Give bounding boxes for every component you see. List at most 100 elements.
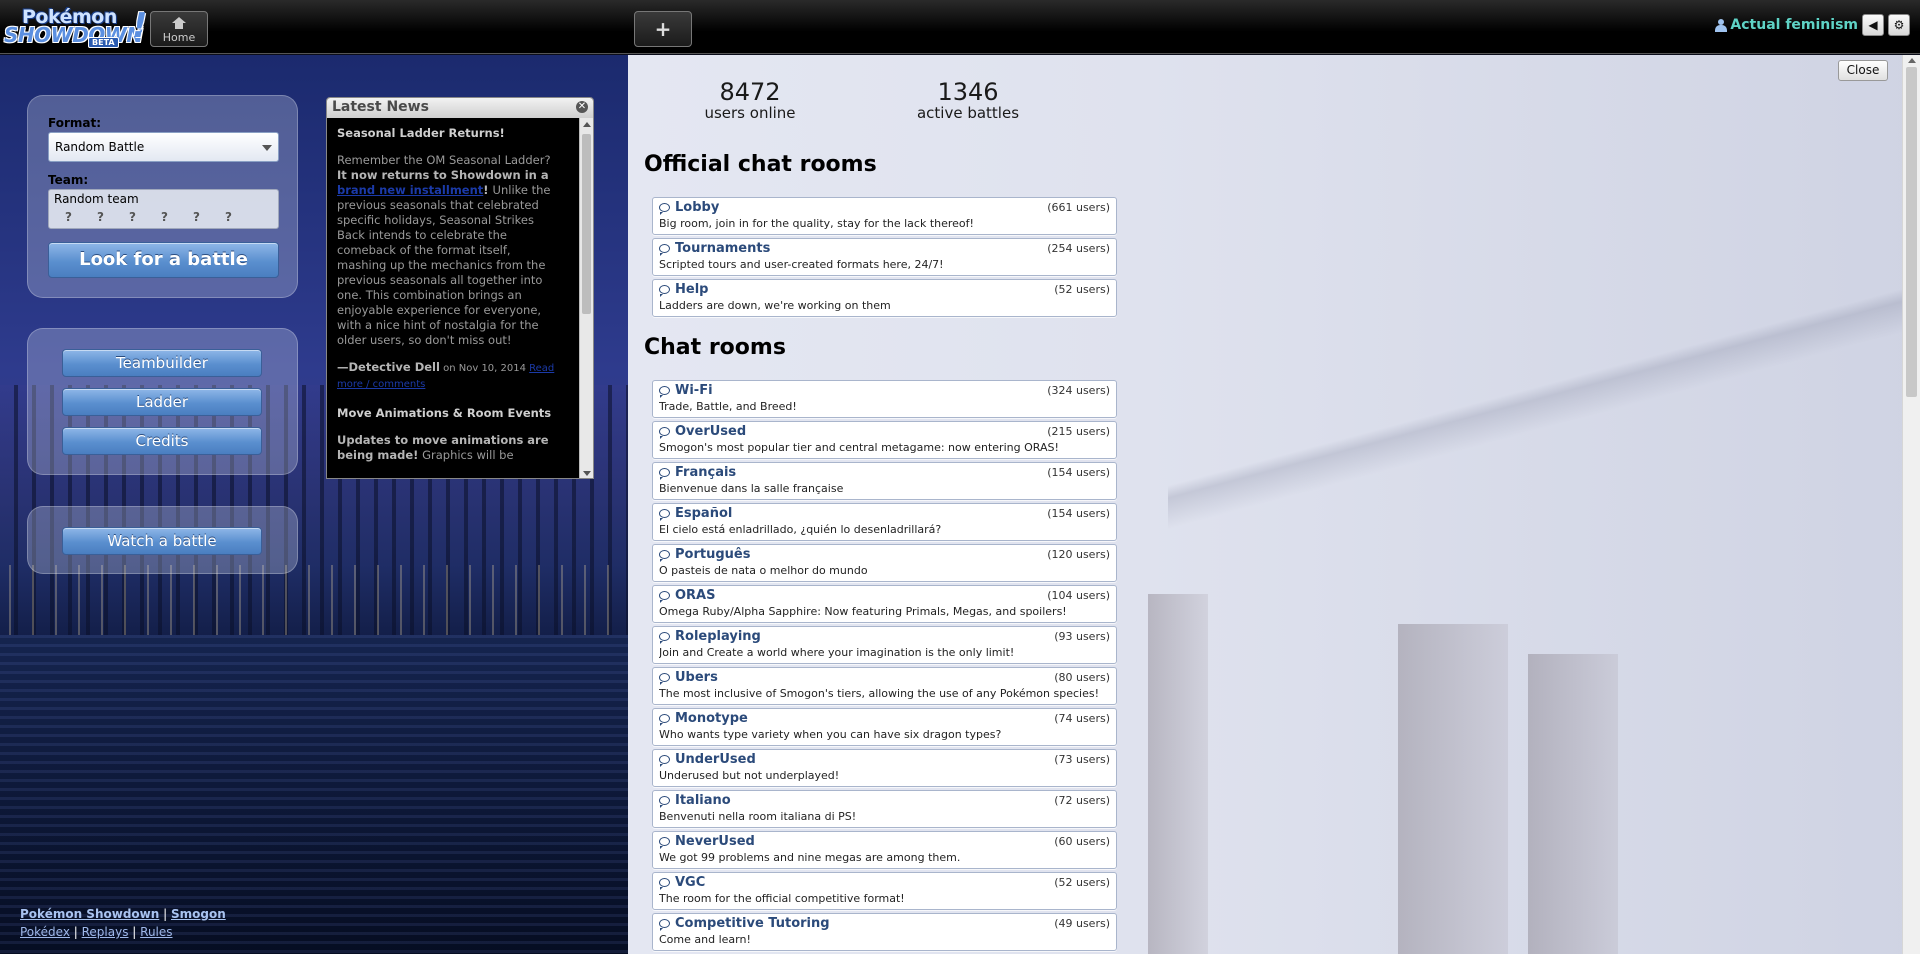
room-user-count: (154 users) (1047, 507, 1110, 520)
pier-pillar (1528, 654, 1618, 954)
room-item[interactable]: Português O pasteis de nata o melhor do m… (652, 544, 1117, 582)
replays-link[interactable]: Replays (82, 925, 129, 939)
logo-line2: SHOWDOWN (4, 23, 143, 47)
username-button[interactable]: Actual feminism (1715, 17, 1858, 33)
gear-icon: ⚙ (1893, 18, 1905, 32)
news-scrollbar[interactable] (579, 118, 593, 478)
chat-room-list: Wi-Fi Trade, Battle, and Breed! (324 users… (652, 380, 1117, 954)
room-item[interactable]: Français Bienvenue dans la salle français… (652, 462, 1117, 500)
unknown-pokemon-icon (190, 209, 208, 227)
room-item[interactable]: OverUsed Smogon's most popular tier and c… (652, 421, 1117, 459)
room-name-label: NeverUsed (675, 834, 755, 849)
footer-row-1: Pokémon Showdown | Smogon (20, 905, 226, 923)
pier-pillar (1148, 594, 1208, 954)
look-for-battle-button[interactable]: Look for a battle (48, 242, 279, 278)
scrollbar-thumb[interactable] (1906, 67, 1917, 397)
room-item[interactable]: Monotype Who wants type variety when you … (652, 708, 1117, 746)
news-text: Graphics will be (418, 448, 514, 462)
ladder-button[interactable]: Ladder (62, 388, 262, 416)
room-item[interactable]: ORAS Omega Ruby/Alpha Sapphire: Now featu… (652, 585, 1117, 623)
room-name: Ubers (659, 670, 1110, 685)
scroll-up-icon[interactable] (1908, 58, 1916, 63)
room-item[interactable]: Help Ladders are down, we're working on t… (652, 279, 1117, 317)
room-item[interactable]: Ubers The most inclusive of Smogon's tier… (652, 667, 1117, 705)
news-article-text: Updates to move animations are being mad… (337, 433, 563, 463)
chat-bubble-icon (659, 632, 670, 644)
room-name-label: Português (675, 547, 751, 562)
showdown-link[interactable]: Pokémon Showdown (20, 907, 159, 921)
scroll-down-icon[interactable] (583, 471, 591, 476)
news-byline: —Detective Dell on Nov 10, 2014 Read mor… (337, 360, 563, 392)
room-name: Tournaments (659, 241, 1110, 256)
room-name: Help (659, 282, 1110, 297)
sound-button[interactable]: ◀ (1862, 14, 1884, 36)
room-user-count: (215 users) (1047, 425, 1110, 438)
room-item[interactable]: VGC The room for the official competitive… (652, 872, 1117, 910)
format-select[interactable]: Random Battle (48, 132, 279, 162)
room-item[interactable]: Wi-Fi Trade, Battle, and Breed! (324 users… (652, 380, 1117, 418)
room-name-label: Español (675, 506, 733, 521)
active-battles-stat[interactable]: 1346 active battles (908, 78, 1028, 122)
room-item[interactable]: Italiano Benvenuti nella room italiana di… (652, 790, 1117, 828)
logo-mark: ! (132, 6, 148, 46)
room-name: Português (659, 547, 1110, 562)
close-icon[interactable]: ✕ (576, 101, 588, 113)
scroll-up-icon[interactable] (583, 122, 591, 127)
watch-battle-button[interactable]: Watch a battle (62, 527, 262, 555)
logo-beta-badge: BETA (88, 37, 119, 48)
room-name-label: Monotype (675, 711, 748, 726)
room-description: We got 99 problems and nine megas are am… (659, 851, 961, 864)
room-description: O pasteis de nata o melhor do mundo (659, 564, 868, 577)
settings-button[interactable]: ⚙ (1888, 14, 1910, 36)
room-name-label: Tournaments (675, 241, 771, 256)
room-item[interactable]: Roleplaying Join and Create a world where… (652, 626, 1117, 664)
room-description: Scripted tours and user-created formats … (659, 258, 944, 271)
new-tab-button[interactable]: + (634, 11, 692, 47)
chat-bubble-icon (659, 427, 670, 439)
room-item[interactable]: UnderUsed Underused but not underplayed! (… (652, 749, 1117, 787)
room-item[interactable]: NeverUsed We got 99 problems and nine meg… (652, 831, 1117, 869)
room-name: Wi-Fi (659, 383, 1110, 398)
room-name: ORAS (659, 588, 1110, 603)
room-name-label: Italiano (675, 793, 731, 808)
news-link[interactable]: brand new installment (337, 183, 483, 197)
room-user-count: (80 users) (1054, 671, 1110, 684)
battle-form: Format: Random Battle Team: Random team … (27, 95, 298, 298)
room-user-count: (104 users) (1047, 589, 1110, 602)
room-description: Come and learn! (659, 933, 751, 946)
credits-button[interactable]: Credits (62, 427, 262, 455)
news-text-bold: ! (483, 183, 493, 197)
main-scrollbar[interactable] (1902, 55, 1920, 954)
footer-links: Pokémon Showdown | Smogon Pokédex | Repl… (20, 905, 226, 941)
rules-link[interactable]: Rules (140, 925, 172, 939)
scrollbar-thumb[interactable] (582, 134, 591, 314)
room-item[interactable]: Competitive Tutoring Come and learn! (49 u… (652, 913, 1117, 951)
room-item[interactable]: Lobby Big room, join in for the quality, … (652, 197, 1117, 235)
menu-buttons: Teambuilder Ladder Credits (27, 328, 298, 475)
room-name: Roleplaying (659, 629, 1110, 644)
pokedex-link[interactable]: Pokédex (20, 925, 70, 939)
chat-bubble-icon (659, 244, 670, 256)
news-article-title: Seasonal Ladder Returns! (337, 126, 505, 140)
room-name-label: UnderUsed (675, 752, 756, 767)
room-user-count: (60 users) (1054, 835, 1110, 848)
news-article-text: Remember the OM Seasonal Ladder? It now … (337, 153, 563, 348)
close-button[interactable]: Close (1838, 60, 1888, 81)
room-name-label: Help (675, 282, 709, 297)
room-description: Omega Ruby/Alpha Sapphire: Now featuring… (659, 605, 1067, 618)
users-online-count: 8472 (719, 78, 781, 106)
official-rooms-heading: Official chat rooms (644, 152, 877, 177)
room-item[interactable]: Español El cielo está enladrillado, ¿quié… (652, 503, 1117, 541)
room-item[interactable]: Tournaments Scripted tours and user-creat… (652, 238, 1117, 276)
room-description: Underused but not underplayed! (659, 769, 840, 782)
team-select[interactable]: Random team (48, 189, 279, 229)
news-author: —Detective Dell (337, 360, 440, 374)
room-name-label: Roleplaying (675, 629, 761, 644)
tab-home[interactable]: Home (150, 11, 208, 47)
room-description: Trade, Battle, and Breed! (659, 400, 797, 413)
pokemon-showdown-logo[interactable]: Pokémon SHOWDOWN ! BETA (2, 4, 148, 50)
users-online-label: users online (704, 104, 796, 122)
chat-bubble-icon (659, 203, 670, 215)
teambuilder-button[interactable]: Teambuilder (62, 349, 262, 377)
smogon-link[interactable]: Smogon (171, 907, 226, 921)
